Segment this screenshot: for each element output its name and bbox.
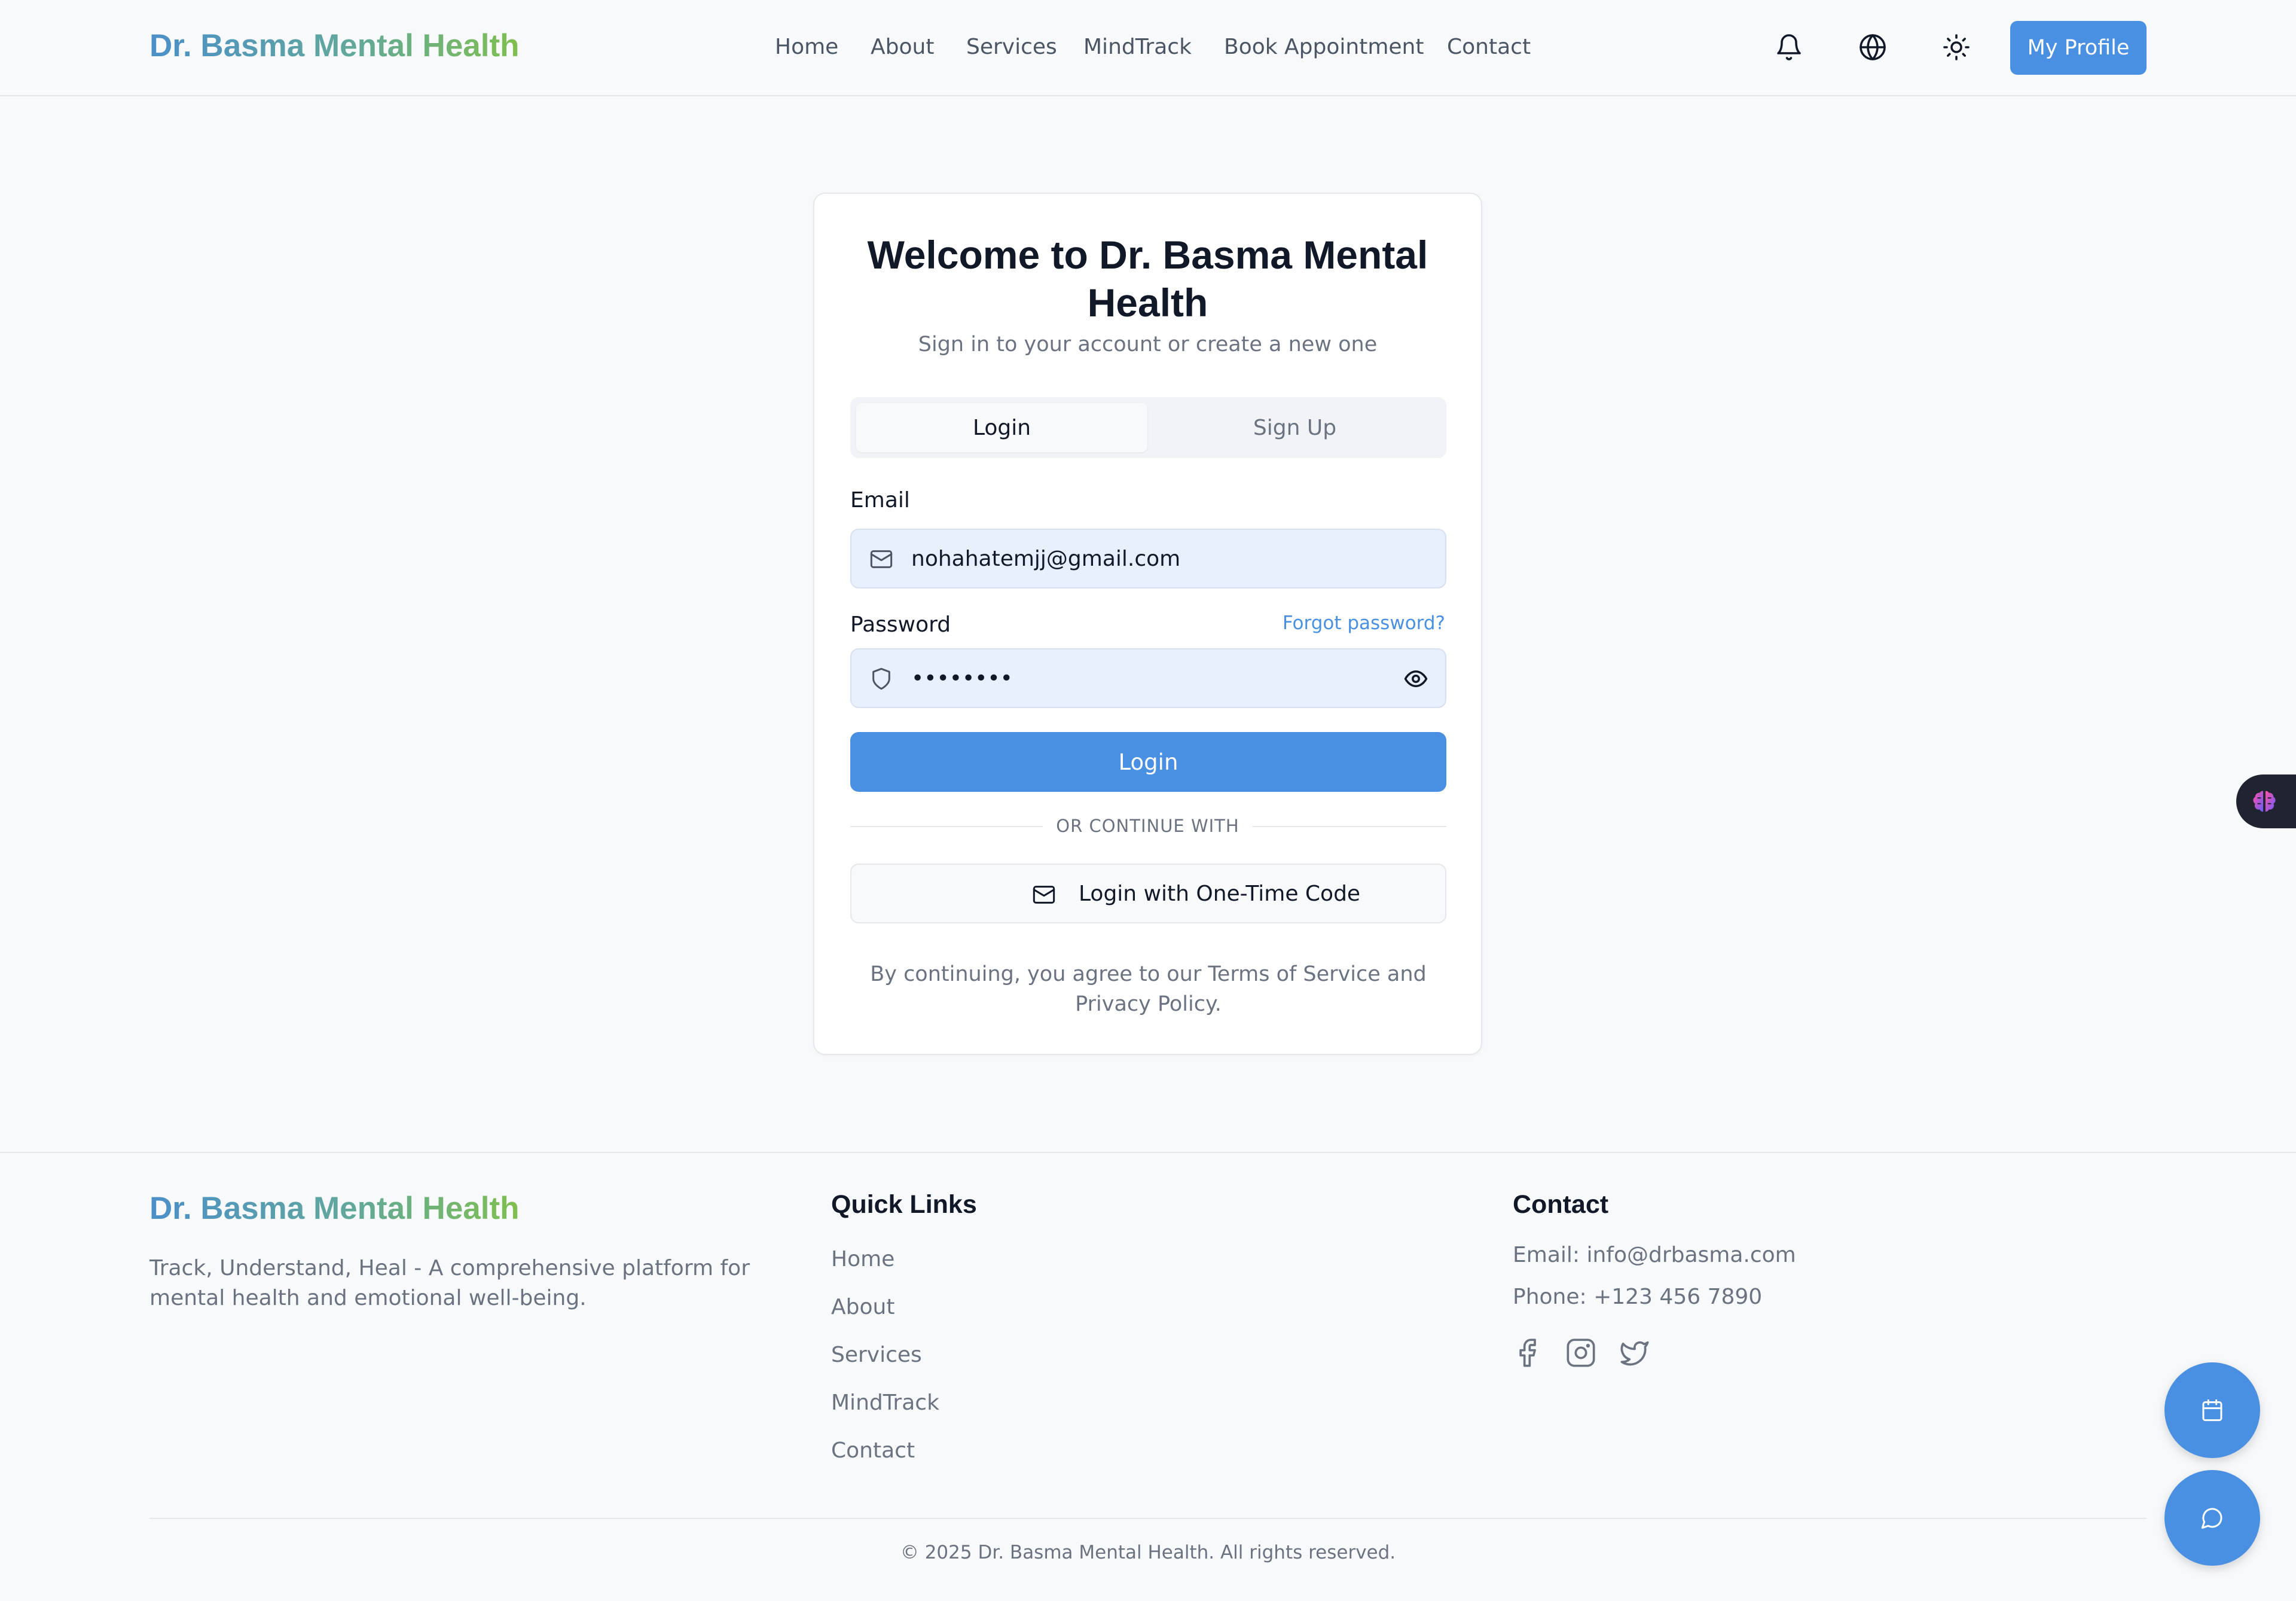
mail-icon — [869, 547, 893, 571]
footer-link-home[interactable]: Home — [831, 1247, 894, 1271]
calendar-icon — [2202, 1399, 2222, 1422]
footer-link-contact[interactable]: Contact — [831, 1438, 915, 1463]
bell-icon[interactable] — [1775, 33, 1803, 62]
brain-side-tab[interactable] — [2236, 774, 2296, 828]
contact-phone: Phone: +123 456 7890 — [1513, 1285, 1763, 1309]
divider-label: OR CONTINUE WITH — [1043, 816, 1253, 836]
footer-description: Track, Understand, Heal - A comprehensiv… — [149, 1256, 750, 1310]
terms-text: By continuing, you agree to our Terms of… — [870, 962, 1427, 1016]
my-profile-button[interactable]: My Profile — [2010, 21, 2147, 75]
forgot-password-link[interactable]: Forgot password? — [1283, 612, 1445, 634]
contact-heading: Contact — [1513, 1190, 1609, 1219]
otp-button-label: Login with One-Time Code — [1079, 882, 1361, 906]
book-appointment-fab[interactable] — [2164, 1362, 2260, 1458]
password-value: •••••••• — [911, 666, 1013, 691]
footer-divider — [149, 1518, 2147, 1519]
nav-services[interactable]: Services — [966, 35, 1057, 59]
tab-sign-up[interactable]: Sign Up — [1149, 403, 1440, 452]
footer-brand: Dr. Basma Mental Health — [149, 1191, 520, 1226]
nav-mindtrack[interactable]: MindTrack — [1083, 35, 1192, 59]
nav-contact[interactable]: Contact — [1447, 35, 1531, 59]
email-label: Email — [850, 488, 910, 513]
email-field[interactable]: nohahatemjj@gmail.com — [850, 529, 1446, 588]
footer-link-services[interactable]: Services — [831, 1343, 922, 1367]
chat-fab[interactable] — [2164, 1470, 2260, 1566]
password-field[interactable]: •••••••• — [850, 648, 1446, 708]
top-navbar: Dr. Basma Mental Health Home About Servi… — [0, 0, 2296, 96]
nav-about[interactable]: About — [871, 35, 934, 59]
chat-icon — [2201, 1508, 2222, 1529]
auth-card: Welcome to Dr. Basma Mental Health Sign … — [813, 193, 1482, 1055]
sun-icon[interactable] — [1942, 33, 1971, 62]
brand-logo-text[interactable]: Dr. Basma Mental Health — [149, 28, 520, 64]
email-value: nohahatemjj@gmail.com — [911, 547, 1181, 571]
auth-title: Welcome to Dr. Basma Mental Health — [867, 233, 1428, 325]
eye-icon[interactable] — [1403, 666, 1428, 691]
mail-icon — [1032, 883, 1056, 907]
auth-subtitle: Sign in to your account or create a new … — [918, 333, 1378, 356]
auth-tabs: Login Sign Up — [850, 397, 1446, 458]
footer-link-about[interactable]: About — [831, 1295, 894, 1319]
nav-home[interactable]: Home — [775, 35, 838, 59]
facebook-icon[interactable] — [1512, 1337, 1543, 1368]
footer: Dr. Basma Mental Health Track, Understan… — [0, 1152, 2296, 1601]
footer-link-mindtrack[interactable]: MindTrack — [831, 1390, 939, 1415]
quick-links-heading: Quick Links — [831, 1190, 977, 1219]
otp-login-button[interactable]: Login with One-Time Code — [850, 864, 1446, 923]
shield-icon — [869, 667, 893, 691]
twitter-icon[interactable] — [1619, 1337, 1650, 1368]
divider-text: OR CONTINUE WITH — [814, 816, 1481, 836]
copyright-text: © 2025 Dr. Basma Mental Health. All righ… — [900, 1542, 1396, 1563]
globe-icon[interactable] — [1858, 33, 1887, 62]
nav-book-appointment[interactable]: Book Appointment — [1224, 35, 1424, 59]
contact-email: Email: info@drbasma.com — [1513, 1243, 1796, 1267]
tab-login[interactable]: Login — [856, 403, 1147, 452]
instagram-icon[interactable] — [1565, 1337, 1596, 1368]
login-button[interactable]: Login — [850, 732, 1446, 792]
password-label: Password — [850, 612, 951, 637]
brain-icon — [2253, 791, 2276, 812]
